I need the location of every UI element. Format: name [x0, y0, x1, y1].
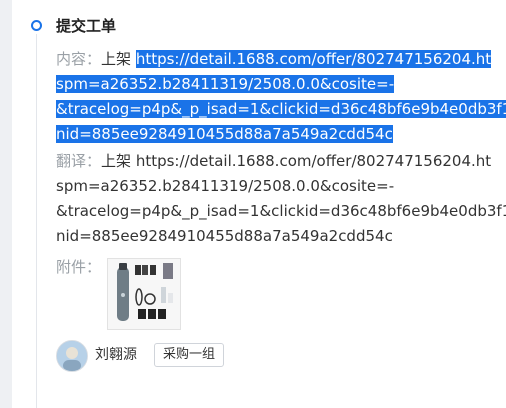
- translation-prefix: 上架: [101, 152, 132, 170]
- left-panel-edge: [0, 0, 12, 408]
- team-tag: 采购一组: [154, 343, 225, 367]
- content-line-4: nid=885ee9284910455d88a7a549a2cdd54c: [56, 122, 506, 147]
- section-title: 提交工单: [56, 17, 117, 35]
- avatar[interactable]: [56, 340, 88, 372]
- content-line-3: &tracelog=p4p&_p_isad=1&clickid=d36c48bf…: [56, 97, 506, 122]
- content-line-1: 内容：上架 https://detail.1688.com/offer/8027…: [56, 47, 506, 72]
- content-link-text[interactable]: https://detail.1688.com/offer/8027471562…: [135, 50, 492, 68]
- content-line-2: spm=a26352.b28411319/2508.0.0&cosite=-: [56, 72, 506, 97]
- translation-line-4: nid=885ee9284910455d88a7a549a2cdd54c: [56, 224, 506, 249]
- translation-text: spm=a26352.b28411319/2508.0.0&cosite=-: [56, 177, 395, 195]
- avatar-image: [57, 341, 87, 371]
- translation-text: &tracelog=p4p&_p_isad=1&clickid=d36c48bf…: [56, 202, 506, 220]
- user-name: 刘翱源: [95, 347, 137, 363]
- attachment-label: 附件：: [56, 258, 102, 276]
- content-field: 内容：上架 https://detail.1688.com/offer/8027…: [56, 47, 506, 147]
- translation-line-2: spm=a26352.b28411319/2508.0.0&cosite=-: [56, 174, 506, 199]
- timeline-dot-icon: [31, 20, 42, 31]
- translation-text: nid=885ee9284910455d88a7a549a2cdd54c: [56, 227, 393, 245]
- content-link-text[interactable]: nid=885ee9284910455d88a7a549a2cdd54c: [56, 125, 393, 143]
- translation-text: https://detail.1688.com/offer/8027471562…: [135, 152, 492, 170]
- attachment-thumbnail[interactable]: [107, 258, 181, 330]
- clipper-kit-image: [108, 259, 180, 329]
- timeline-line: [36, 34, 37, 408]
- content-prefix: 上架: [101, 50, 132, 68]
- content-link-text[interactable]: &tracelog=p4p&_p_isad=1&clickid=d36c48bf…: [56, 100, 506, 118]
- translation-field: 翻译：上架 https://detail.1688.com/offer/8027…: [56, 149, 506, 249]
- content-label: 内容：: [56, 50, 102, 68]
- translation-line-3: &tracelog=p4p&_p_isad=1&clickid=d36c48bf…: [56, 199, 506, 224]
- content-link-text[interactable]: spm=a26352.b28411319/2508.0.0&cosite=-: [56, 75, 395, 93]
- translation-label: 翻译：: [56, 152, 102, 170]
- translation-line-1: 翻译：上架 https://detail.1688.com/offer/8027…: [56, 149, 506, 174]
